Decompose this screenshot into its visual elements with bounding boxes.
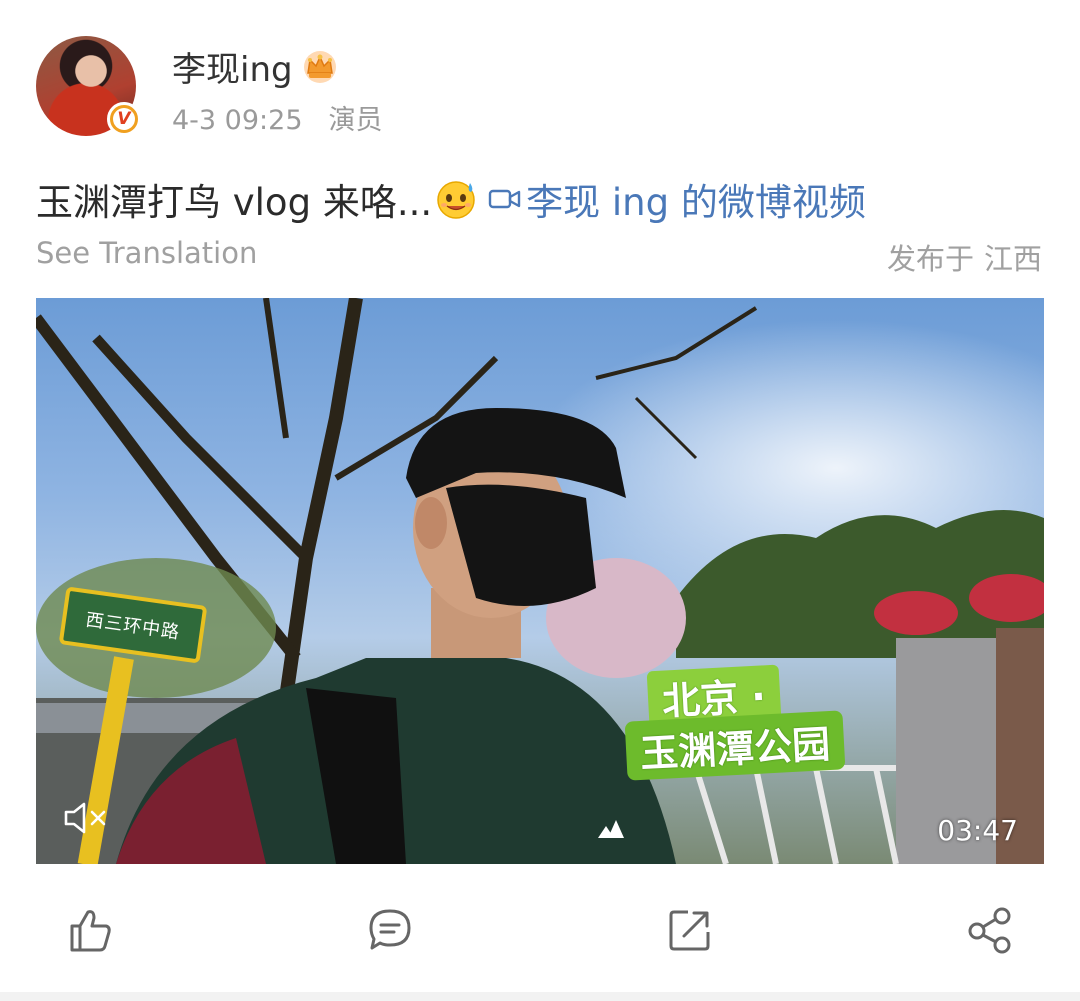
like-icon[interactable]: [66, 906, 114, 954]
post-meta: 4-3 09:25 演员: [172, 98, 383, 137]
comment-icon[interactable]: [366, 906, 414, 954]
post-body: 玉渊潭打鸟 vlog 来咯...: [36, 181, 433, 224]
location-name: 江西: [983, 242, 1042, 276]
video-camera-icon: [488, 189, 521, 209]
video-scene: [36, 298, 1044, 864]
bottom-divider: [0, 992, 1080, 1001]
see-translation-link[interactable]: See Translation: [36, 236, 257, 270]
username-row: 李现ing: [172, 42, 339, 91]
verified-badge-letter: V: [113, 108, 135, 130]
crown-icon: [303, 50, 336, 83]
video-player[interactable]: 西三环中路 北京 · 玉渊潭公园 03:47: [36, 298, 1044, 864]
post-text: 玉渊潭打鸟 vlog 来咯... 李现 ing 的微博视频: [36, 172, 866, 226]
repost-icon[interactable]: [666, 906, 714, 954]
location-prefix: 发布于: [886, 242, 974, 276]
post-location: 发布于 江西: [887, 236, 1042, 278]
action-bar: [0, 900, 1080, 964]
username[interactable]: 李现ing: [172, 42, 293, 91]
post-time: 4-3 09:25: [172, 105, 303, 136]
video-link[interactable]: 李现 ing 的微博视频: [488, 172, 866, 226]
author-role: 演员: [328, 105, 383, 136]
verified-badge-icon: V: [107, 102, 141, 136]
overlay-park: 玉渊潭公园: [624, 710, 846, 781]
location-overlay: 北京 · 玉渊潭公园: [624, 658, 896, 781]
video-duration: 03:47: [937, 814, 1018, 847]
mute-icon[interactable]: [62, 798, 112, 838]
video-link-label: 李现 ing 的微博视频: [526, 181, 866, 224]
share-icon[interactable]: [966, 906, 1014, 954]
smiling-face-with-sweat-icon: [437, 181, 475, 219]
